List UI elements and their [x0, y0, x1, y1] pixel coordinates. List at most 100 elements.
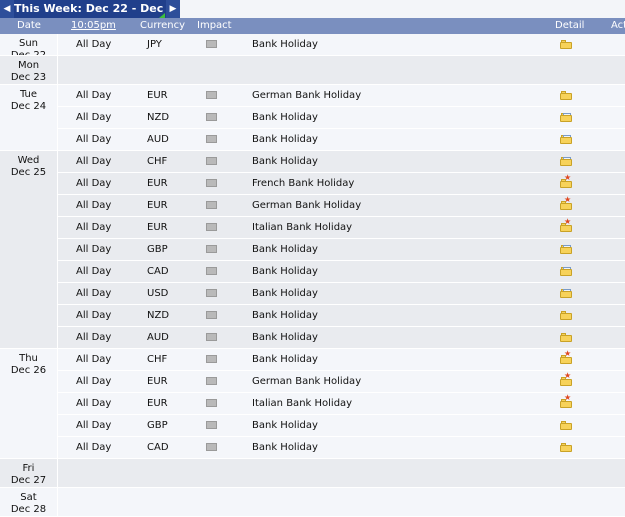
event-row[interactable]: All Day NZD Bank Holiday — [58, 107, 625, 129]
event-name[interactable]: Bank Holiday — [252, 151, 318, 172]
day-date: Dec 25 — [10, 167, 47, 178]
event-row[interactable]: All Day EUR French Bank Holiday ★ — [58, 173, 625, 195]
impact-gray-icon — [206, 377, 217, 385]
day-label: Mon Dec 23 — [0, 60, 57, 84]
day-of-week: Sat — [20, 492, 37, 503]
event-row[interactable]: All Day JPY Bank Holiday — [58, 34, 625, 56]
event-time: All Day — [76, 244, 112, 255]
event-currency: AUD — [147, 332, 169, 343]
event-row[interactable]: All Day EUR Italian Bank Holiday ★ — [58, 393, 625, 415]
folder-star-icon[interactable]: ★ — [560, 196, 572, 210]
next-week-button[interactable]: ▶ — [166, 0, 180, 18]
toolbar-strip — [180, 0, 625, 18]
folder-star-icon[interactable]: ★ — [560, 218, 572, 232]
impact-gray-icon — [206, 201, 217, 209]
folder-body — [560, 379, 572, 386]
event-currency: CHF — [147, 156, 168, 167]
folder-body — [560, 313, 572, 320]
folder-body — [560, 335, 572, 342]
event-row[interactable]: All Day CHF Bank Holiday — [58, 151, 625, 173]
event-currency: EUR — [147, 222, 168, 233]
event-name[interactable]: Italian Bank Holiday — [252, 393, 352, 414]
event-name[interactable]: German Bank Holiday — [252, 85, 361, 106]
folder-document-icon[interactable] — [560, 135, 572, 144]
event-currency: EUR — [147, 200, 168, 211]
event-currency: NZD — [147, 112, 170, 123]
event-row[interactable]: All Day USD Bank Holiday — [58, 283, 625, 305]
new-star: ★ — [564, 371, 572, 380]
event-row[interactable]: All Day CAD Bank Holiday — [58, 437, 625, 459]
folder-body — [560, 291, 572, 298]
event-name[interactable]: Bank Holiday — [252, 34, 318, 55]
prev-week-button[interactable]: ◀ — [0, 0, 14, 18]
event-name[interactable]: Bank Holiday — [252, 349, 318, 370]
week-selector[interactable]: This Week: Dec 22 - Dec 28 — [14, 0, 182, 18]
day-of-week: Wed — [17, 155, 40, 166]
event-name[interactable]: Bank Holiday — [252, 129, 318, 150]
event-currency: GBP — [147, 244, 168, 255]
folder-body — [560, 269, 572, 276]
folder-document-icon[interactable] — [560, 245, 572, 254]
event-currency: EUR — [147, 178, 168, 189]
impact-gray-icon — [206, 40, 217, 48]
folder-document-icon[interactable] — [560, 113, 572, 122]
event-name[interactable]: Bank Holiday — [252, 327, 318, 348]
folder-body — [560, 181, 572, 188]
event-row[interactable]: All Day CAD Bank Holiday — [58, 261, 625, 283]
event-row[interactable]: All Day EUR German Bank Holiday — [58, 85, 625, 107]
event-name[interactable]: Bank Holiday — [252, 437, 318, 458]
impact-gray-icon — [206, 311, 217, 319]
folder-body — [560, 42, 572, 49]
day-date: Dec 27 — [10, 475, 47, 486]
event-name[interactable]: Bank Holiday — [252, 107, 318, 128]
folder-star-icon[interactable]: ★ — [560, 350, 572, 364]
folder-icon[interactable] — [560, 333, 572, 342]
event-time: All Day — [76, 376, 112, 387]
folder-document-icon[interactable] — [560, 289, 572, 298]
day-group: Tue Dec 24 All Day EUR German Bank Holiday Al… — [0, 85, 625, 151]
event-row[interactable]: All Day EUR Italian Bank Holiday ★ — [58, 217, 625, 239]
event-time: All Day — [76, 266, 112, 277]
day-of-week: Mon — [17, 60, 40, 71]
column-header-currency: Currency — [140, 20, 186, 31]
event-row[interactable]: All Day EUR German Bank Holiday ★ — [58, 195, 625, 217]
folder-document-icon[interactable] — [560, 157, 572, 166]
folder-icon[interactable] — [560, 421, 572, 430]
day-label: Tue Dec 24 — [0, 89, 57, 113]
folder-icon[interactable] — [560, 311, 572, 320]
folder-star-icon[interactable]: ★ — [560, 174, 572, 188]
impact-gray-icon — [206, 135, 217, 143]
event-name[interactable]: Bank Holiday — [252, 261, 318, 282]
folder-icon[interactable] — [560, 443, 572, 452]
impact-gray-icon — [206, 443, 217, 451]
folder-star-icon[interactable]: ★ — [560, 394, 572, 408]
event-time: All Day — [76, 39, 112, 50]
folder-icon[interactable] — [560, 40, 572, 49]
event-name[interactable]: German Bank Holiday — [252, 371, 361, 392]
event-name[interactable]: Italian Bank Holiday — [252, 217, 352, 238]
column-header-impact: Impact — [197, 20, 232, 31]
event-time: All Day — [76, 332, 112, 343]
timezone-link[interactable]: 10:05pm — [71, 18, 116, 34]
event-name[interactable]: French Bank Holiday — [252, 173, 354, 194]
folder-icon[interactable] — [560, 91, 572, 100]
day-label: Fri Dec 27 — [0, 463, 57, 487]
event-name[interactable]: Bank Holiday — [252, 283, 318, 304]
event-name[interactable]: Bank Holiday — [252, 415, 318, 436]
folder-document-icon[interactable] — [560, 267, 572, 276]
event-row[interactable]: All Day CHF Bank Holiday ★ — [58, 349, 625, 371]
folder-body — [560, 225, 572, 232]
event-row[interactable]: All Day GBP Bank Holiday — [58, 415, 625, 437]
event-row[interactable]: All Day GBP Bank Holiday — [58, 239, 625, 261]
event-row[interactable]: All Day NZD Bank Holiday — [58, 305, 625, 327]
event-name[interactable]: Bank Holiday — [252, 305, 318, 326]
folder-star-icon[interactable]: ★ — [560, 372, 572, 386]
impact-gray-icon — [206, 223, 217, 231]
event-name[interactable]: German Bank Holiday — [252, 195, 361, 216]
event-row[interactable]: All Day AUD Bank Holiday — [58, 129, 625, 151]
event-row[interactable]: All Day AUD Bank Holiday — [58, 327, 625, 349]
event-name[interactable]: Bank Holiday — [252, 239, 318, 260]
event-row[interactable]: All Day EUR German Bank Holiday ★ — [58, 371, 625, 393]
folder-body — [560, 445, 572, 452]
event-currency: CAD — [147, 442, 169, 453]
